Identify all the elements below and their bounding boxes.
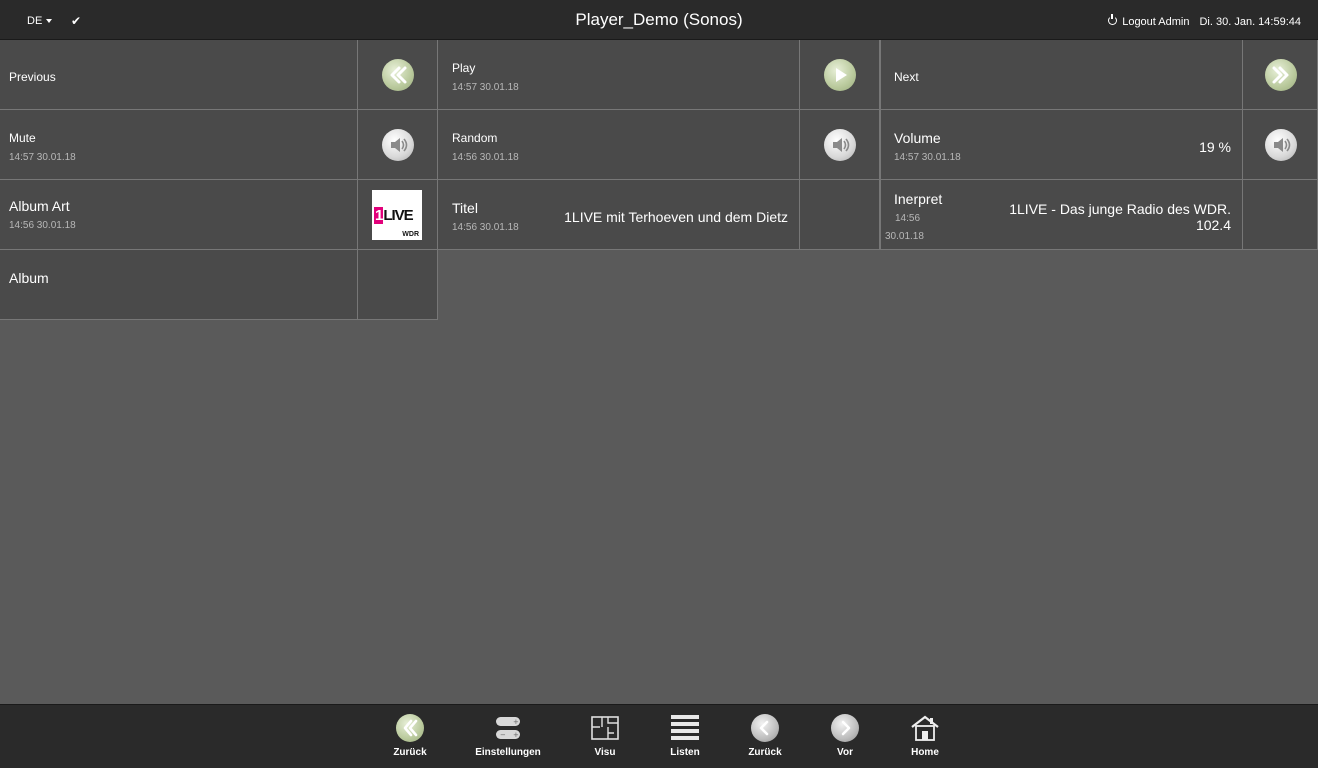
tile-interpret-date: 30.01.18 <box>885 231 924 242</box>
nav-settings-label: Einstellungen <box>475 747 541 758</box>
tile-titel-timestamp: 14:56 30.01.18 <box>452 222 519 233</box>
nav-prev-label: Zurück <box>748 747 782 758</box>
tile-mute-label: Mute <box>9 131 36 145</box>
interpret-value-line1: 1LIVE - Das junge Radio des WDR. <box>1009 201 1231 217</box>
tile-titel-side <box>799 180 879 249</box>
tile-album: Album <box>0 250 438 320</box>
nav-home-label: Home <box>911 747 939 758</box>
tile-random-timestamp: 14:56 30.01.18 <box>452 152 519 163</box>
nav-visu-label: Visu <box>594 747 616 758</box>
volume-value: 19 % <box>1199 139 1231 155</box>
nav-back-label: Zurück <box>393 747 427 758</box>
speaker-icon <box>1265 128 1297 161</box>
speaker-icon <box>381 128 414 161</box>
interpret-value-line2: 102.4 <box>1195 217 1231 233</box>
tile-album-art-label: Album Art <box>9 198 70 214</box>
tile-volume-timestamp: 14:57 30.01.18 <box>894 152 961 163</box>
tile-titel-label: Titel <box>452 200 478 216</box>
station-logo-sub: WDR <box>402 231 419 238</box>
rewind-icon <box>381 58 414 91</box>
tile-play-timestamp: 14:57 30.01.18 <box>452 82 519 93</box>
logout-label: Logout Admin <box>1122 16 1190 28</box>
list-icon <box>670 713 700 743</box>
tile-titel: Titel 14:56 30.01.18 1LIVE mit Terhoeven… <box>438 180 880 250</box>
svg-text:−: − <box>500 731 506 739</box>
datetime: Di. 30. Jan. 14:59:44 <box>1199 16 1301 28</box>
station-logo-text: 1LIVE <box>374 207 414 224</box>
tile-interpret-side <box>1242 180 1318 249</box>
tile-random-label: Random <box>452 131 498 145</box>
power-icon <box>1108 14 1118 25</box>
nav-home-button[interactable]: Home <box>885 713 965 758</box>
play-button[interactable] <box>799 40 879 109</box>
settings-toggle-icon: + − + <box>493 713 523 743</box>
fast-forward-icon <box>1265 58 1297 91</box>
tile-mute: Mute 14:57 30.01.18 <box>0 110 438 180</box>
floorplan-icon <box>590 713 620 743</box>
double-chevron-left-icon <box>395 713 425 743</box>
tile-volume: Volume 14:57 30.01.18 19 % <box>880 110 1318 180</box>
next-button[interactable] <box>1242 40 1318 109</box>
nav-settings-button[interactable]: + − + Einstellungen <box>467 713 549 758</box>
home-icon <box>910 713 940 743</box>
chevron-left-icon <box>750 713 780 743</box>
tile-album-label: Album <box>9 270 49 286</box>
mute-button[interactable] <box>357 110 437 179</box>
nav-prev-button[interactable]: Zurück <box>725 713 805 758</box>
random-button[interactable] <box>799 110 879 179</box>
titel-value: 1LIVE mit Terhoeven und dem Dietz <box>564 209 788 225</box>
tile-volume-label: Volume <box>894 130 941 146</box>
svg-text:+: + <box>513 731 519 739</box>
header-right: Logout Admin Di. 30. Jan. 14:59:44 <box>1108 14 1301 28</box>
play-icon <box>823 58 856 91</box>
nav-visu-button[interactable]: Visu <box>565 713 645 758</box>
tile-random: Random 14:56 30.01.18 <box>438 110 880 180</box>
chevron-right-icon <box>830 713 860 743</box>
tile-next-label: Next <box>894 70 919 84</box>
nav-forward-label: Vor <box>837 747 853 758</box>
interpret-value: 1LIVE - Das junge Radio des WDR. 102.4 <box>976 201 1231 233</box>
tile-mute-timestamp: 14:57 30.01.18 <box>9 152 76 163</box>
tile-next: Next <box>880 40 1318 110</box>
tile-previous: Previous <box>0 40 438 110</box>
tile-previous-label: Previous <box>9 70 56 84</box>
nav-forward-button[interactable]: Vor <box>805 713 885 758</box>
top-bar: DE ✔ Player_Demo (Sonos) Logout Admin Di… <box>0 0 1318 40</box>
tile-interpret-time: 14:56 <box>895 213 921 224</box>
tile-album-art-timestamp: 14:56 30.01.18 <box>9 220 76 231</box>
nav-lists-label: Listen <box>670 747 700 758</box>
tile-album-art: Album Art 14:56 30.01.18 1LIVE WDR <box>0 180 438 250</box>
logout-button[interactable]: Logout Admin <box>1108 14 1190 28</box>
station-logo: 1LIVE WDR <box>372 190 422 240</box>
tile-interpret-label: Inerpret <box>894 191 943 207</box>
tile-interpret: Inerpret 14:56 30.01.18 1LIVE - Das jung… <box>880 180 1318 250</box>
tile-play-label: Play <box>452 61 476 75</box>
bottom-nav: Zurück + − + Einstellungen Visu Listen Zur… <box>0 704 1318 768</box>
nav-lists-button[interactable]: Listen <box>645 713 725 758</box>
album-art-image: 1LIVE WDR <box>357 180 437 249</box>
volume-button[interactable] <box>1242 110 1318 179</box>
nav-back-button[interactable]: Zurück <box>370 713 450 758</box>
speaker-icon <box>823 128 856 161</box>
station-logo-rest: LIVE <box>383 207 413 224</box>
tile-play: Play 14:57 30.01.18 <box>438 40 880 110</box>
svg-text:+: + <box>513 718 519 726</box>
previous-button[interactable] <box>357 40 437 109</box>
tile-album-side <box>357 250 437 319</box>
